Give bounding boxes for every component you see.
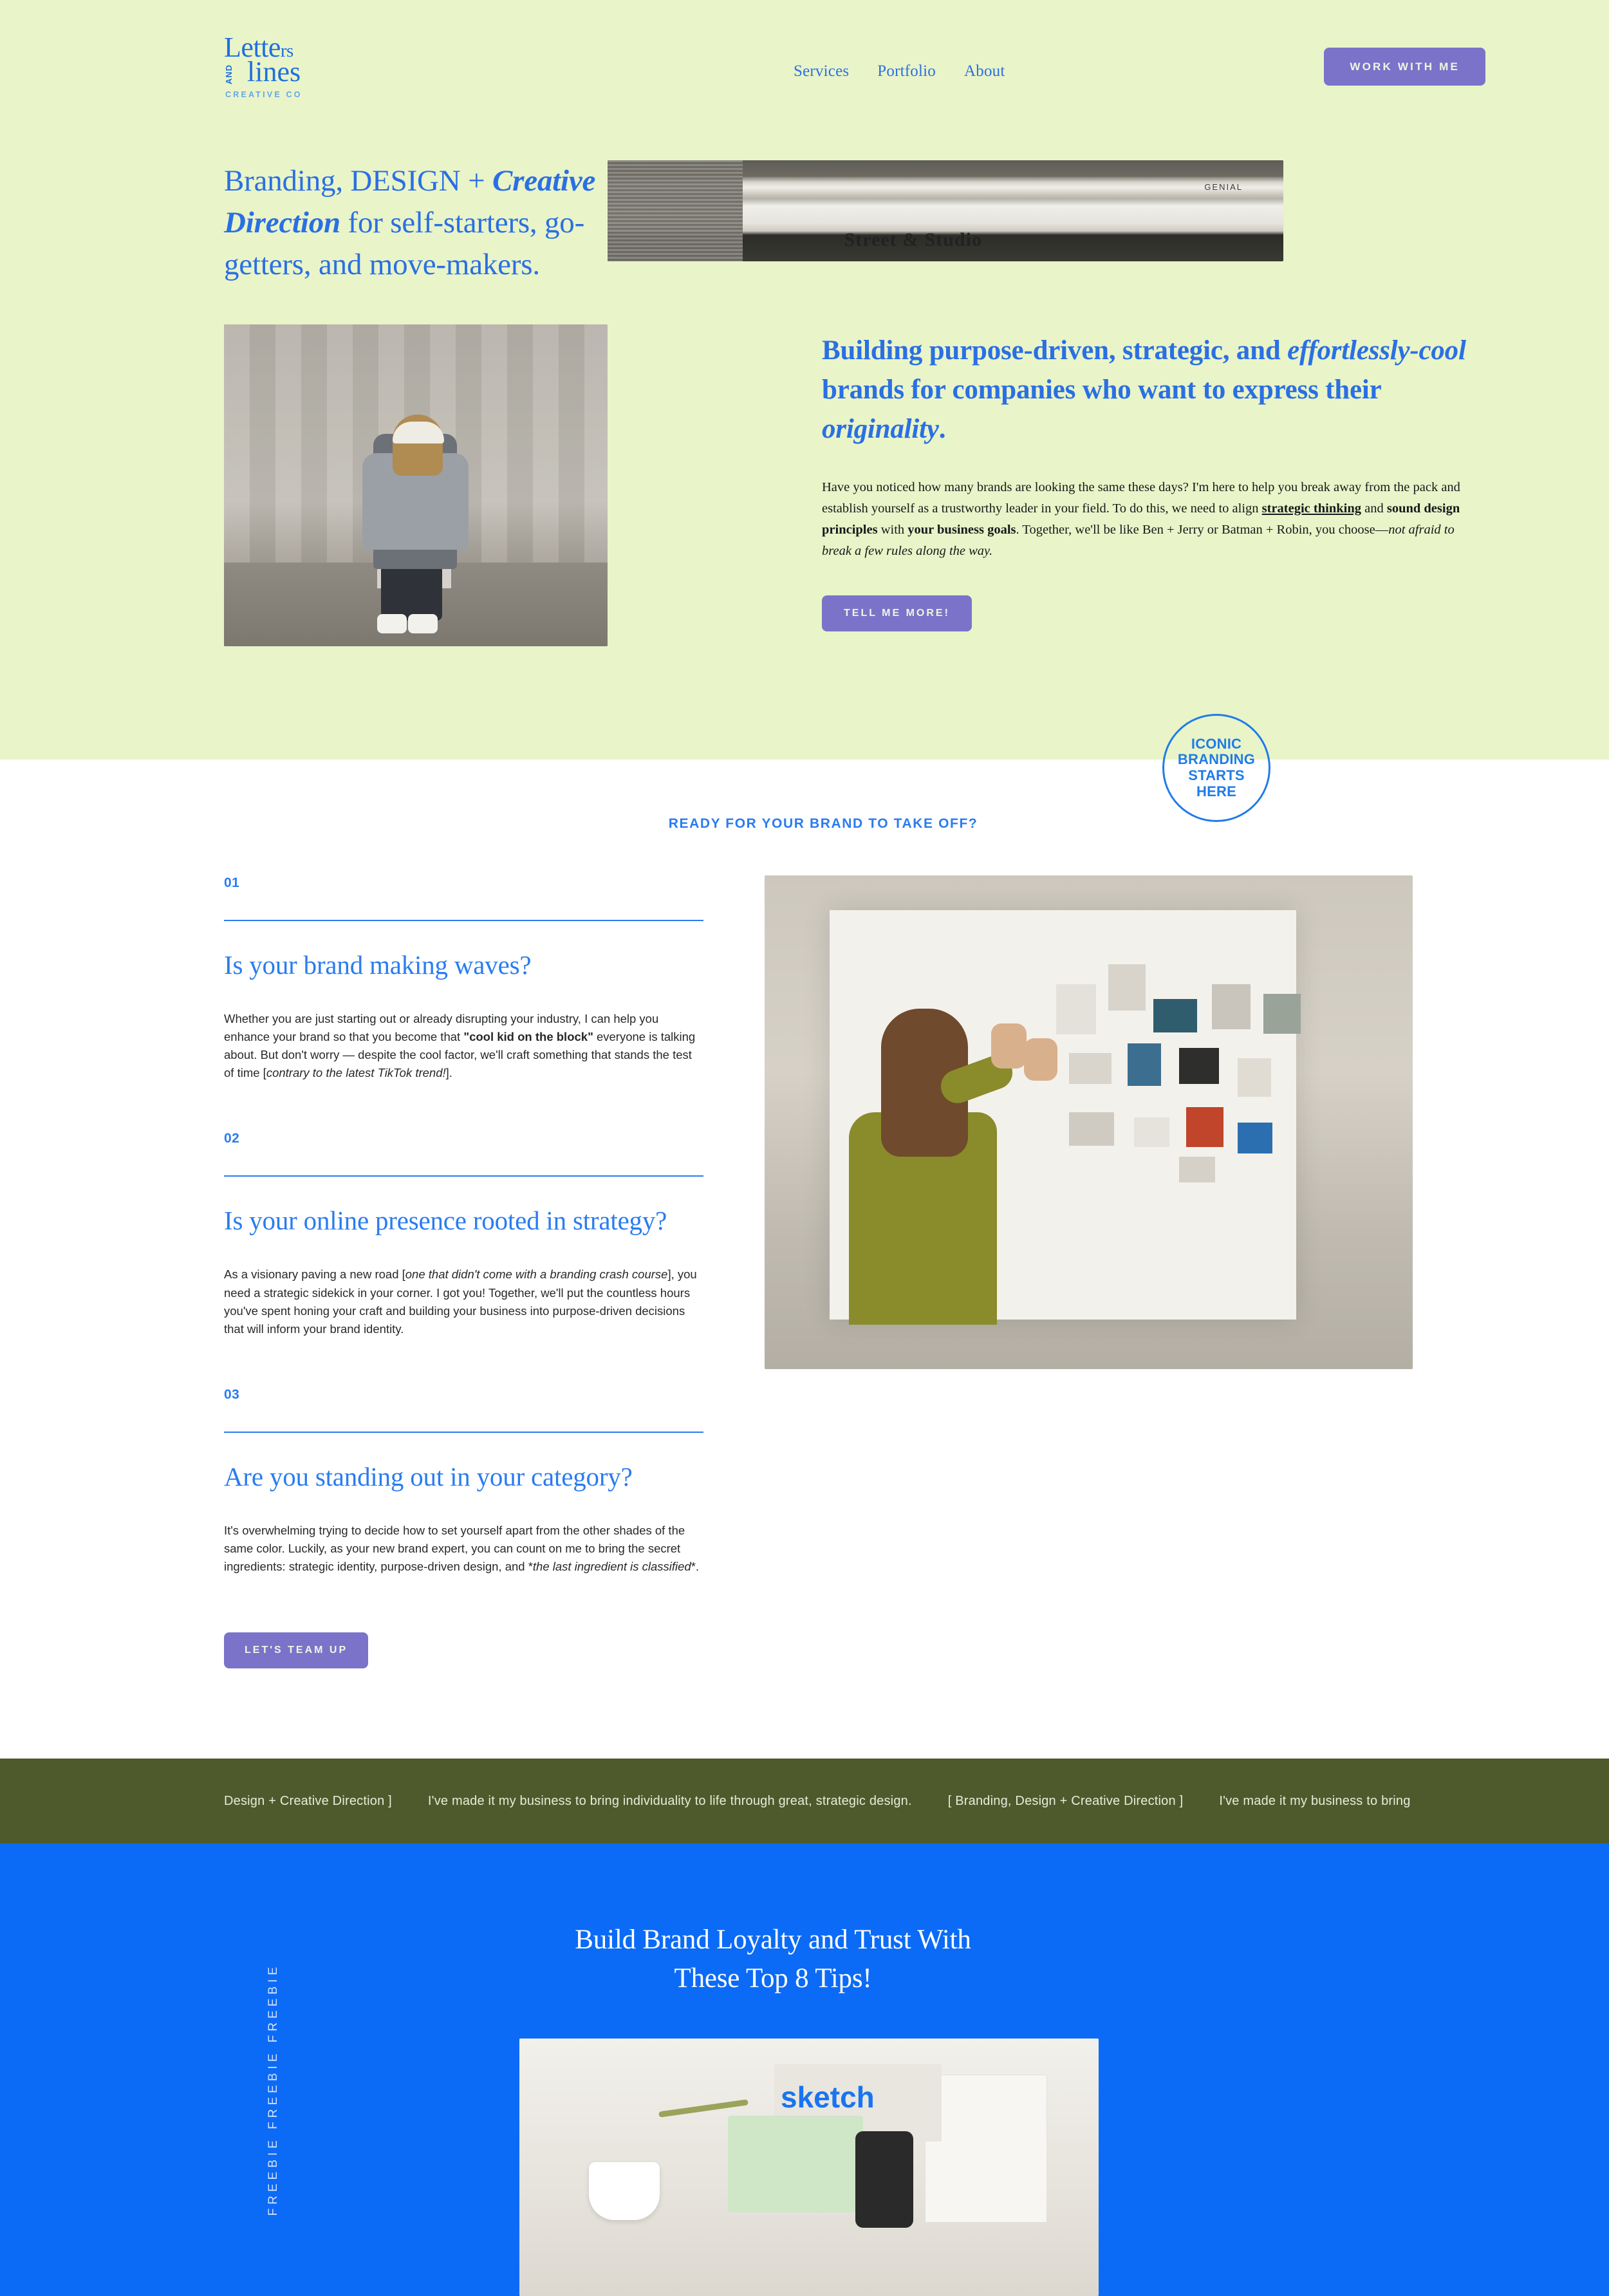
hero-top-image: GENIAL Street & Studio (608, 160, 1283, 261)
sketch-label: sketch (781, 2080, 875, 2114)
service-title: Is your brand making waves? (224, 950, 532, 980)
service-item-02: 02 Is your online presence rooted in str… (224, 1131, 703, 1338)
service-body: As a visionary paving a new road [one th… (224, 1267, 697, 1336)
service-divider (224, 1431, 703, 1433)
service-title: Are you standing out in your category? (224, 1461, 633, 1491)
logo-subtitle: CREATIVE CO (225, 89, 302, 99)
service-bold-cool-kid: "cool kid on the block" (463, 1030, 593, 1044)
service-body: It's overwhelming trying to decide how t… (224, 1523, 700, 1574)
lets-team-up-button[interactable]: LET'S TEAM UP (224, 1632, 369, 1669)
service-item-01: 01 Is your brand making waves? Whether y… (224, 875, 703, 1082)
hero-bold-strategic-thinking: strategic thinking (1261, 501, 1361, 516)
service-italic-tiktok: contrary to the latest TikTok trend! (266, 1066, 446, 1080)
main-navigation: Letters AND lines CREATIVE CO Services P… (0, 0, 1609, 99)
books-photo-label: Street & Studio (844, 229, 982, 251)
freebie-vertical-label: FREEBIE FREEBIE FREEBIE (266, 1963, 280, 2216)
site-logo[interactable]: Letters AND lines CREATIVE CO (224, 33, 337, 99)
hero-section: Letters AND lines CREATIVE CO Services P… (0, 0, 1609, 822)
service-title: Is your online presence rooted in strate… (224, 1206, 667, 1236)
hero-grid: Branding, DESIGN + Creative Direction fo… (0, 99, 1609, 286)
iconic-branding-badge[interactable]: ICONIC BRANDING STARTS HERE (1162, 714, 1270, 822)
desk-photo: sketch (519, 2038, 1099, 2296)
hero-body-column: Building purpose-driven, strategic, and … (822, 286, 1485, 646)
nav-item-services[interactable]: Services (794, 62, 849, 80)
hero-paragraph: Have you noticed how many brands are loo… (822, 480, 1460, 559)
freebie-image: sketch (519, 2038, 1099, 2296)
marquee-track: Design + Creative Direction ] I've made … (0, 1794, 1411, 1809)
service-italic-classified: the last ingredient is classified (532, 1560, 691, 1574)
work-with-me-button[interactable]: WORK WITH ME (1324, 48, 1485, 86)
hero-headline: Branding, DESIGN + Creative Direction fo… (224, 163, 596, 281)
books-photo-label-2: GENIAL (1204, 182, 1243, 192)
books-photo: GENIAL Street & Studio (608, 160, 1283, 261)
services-eyebrow: READY FOR YOUR BRAND TO TAKE OFF? (668, 816, 978, 831)
freebie-heading: Build Brand Loyalty and Trust With These… (575, 1925, 971, 1994)
service-divider (224, 1175, 703, 1177)
services-list: 01 Is your brand making waves? Whether y… (224, 875, 703, 1669)
nav-item-about[interactable]: About (964, 62, 1005, 80)
nav-item-portfolio[interactable]: Portfolio (877, 62, 936, 80)
services-section: READY FOR YOUR BRAND TO TAKE OFF? 01 Is … (0, 760, 1609, 1669)
service-number: 01 (224, 875, 240, 890)
hero-second-row: Building purpose-driven, strategic, and … (0, 286, 1609, 646)
marquee-item: I've made it my business to bring (1219, 1793, 1411, 1808)
hero-subheading-italic-2: originality (822, 413, 939, 444)
service-divider (224, 920, 703, 921)
hero-subheading: Building purpose-driven, strategic, and … (822, 335, 1466, 444)
hero-bold-business-goals: your business goals (907, 523, 1016, 537)
nav-links: Services Portfolio About (794, 53, 1005, 80)
portrait-photo (224, 324, 608, 646)
service-number: 03 (224, 1386, 240, 1402)
freebie-section: Build Brand Loyalty and Trust With These… (0, 1843, 1609, 2296)
hero-portrait-image (224, 324, 608, 646)
marquee-item: I've made it my business to bring indivi… (427, 1793, 912, 1808)
service-body: Whether you are just starting out or alr… (224, 1012, 696, 1080)
tell-me-more-button[interactable]: TELL ME MORE! (822, 595, 972, 632)
marquee-item: [ Branding, Design + Creative Direction … (947, 1793, 1184, 1808)
service-number: 02 (224, 1131, 240, 1146)
badge-text: ICONIC BRANDING STARTS HERE (1177, 735, 1256, 799)
hero-subheading-italic-1: effortlessly-cool (1287, 335, 1466, 366)
moodboard-photo (765, 875, 1413, 1369)
page-root: Letters AND lines CREATIVE CO Services P… (0, 0, 1609, 2296)
logo-line-2: AND lines (224, 56, 301, 88)
marquee-bar: Design + Creative Direction ] I've made … (0, 1759, 1609, 1844)
service-item-03: 03 Are you standing out in your category… (224, 1387, 703, 1576)
logo-and-text: AND (224, 64, 234, 84)
services-columns: 01 Is your brand making waves? Whether y… (224, 875, 1485, 1669)
service-italic-crash-course: one that didn't come with a branding cra… (405, 1267, 668, 1282)
marquee-item: Design + Creative Direction ] (224, 1793, 392, 1808)
moodboard-image (765, 875, 1413, 1369)
